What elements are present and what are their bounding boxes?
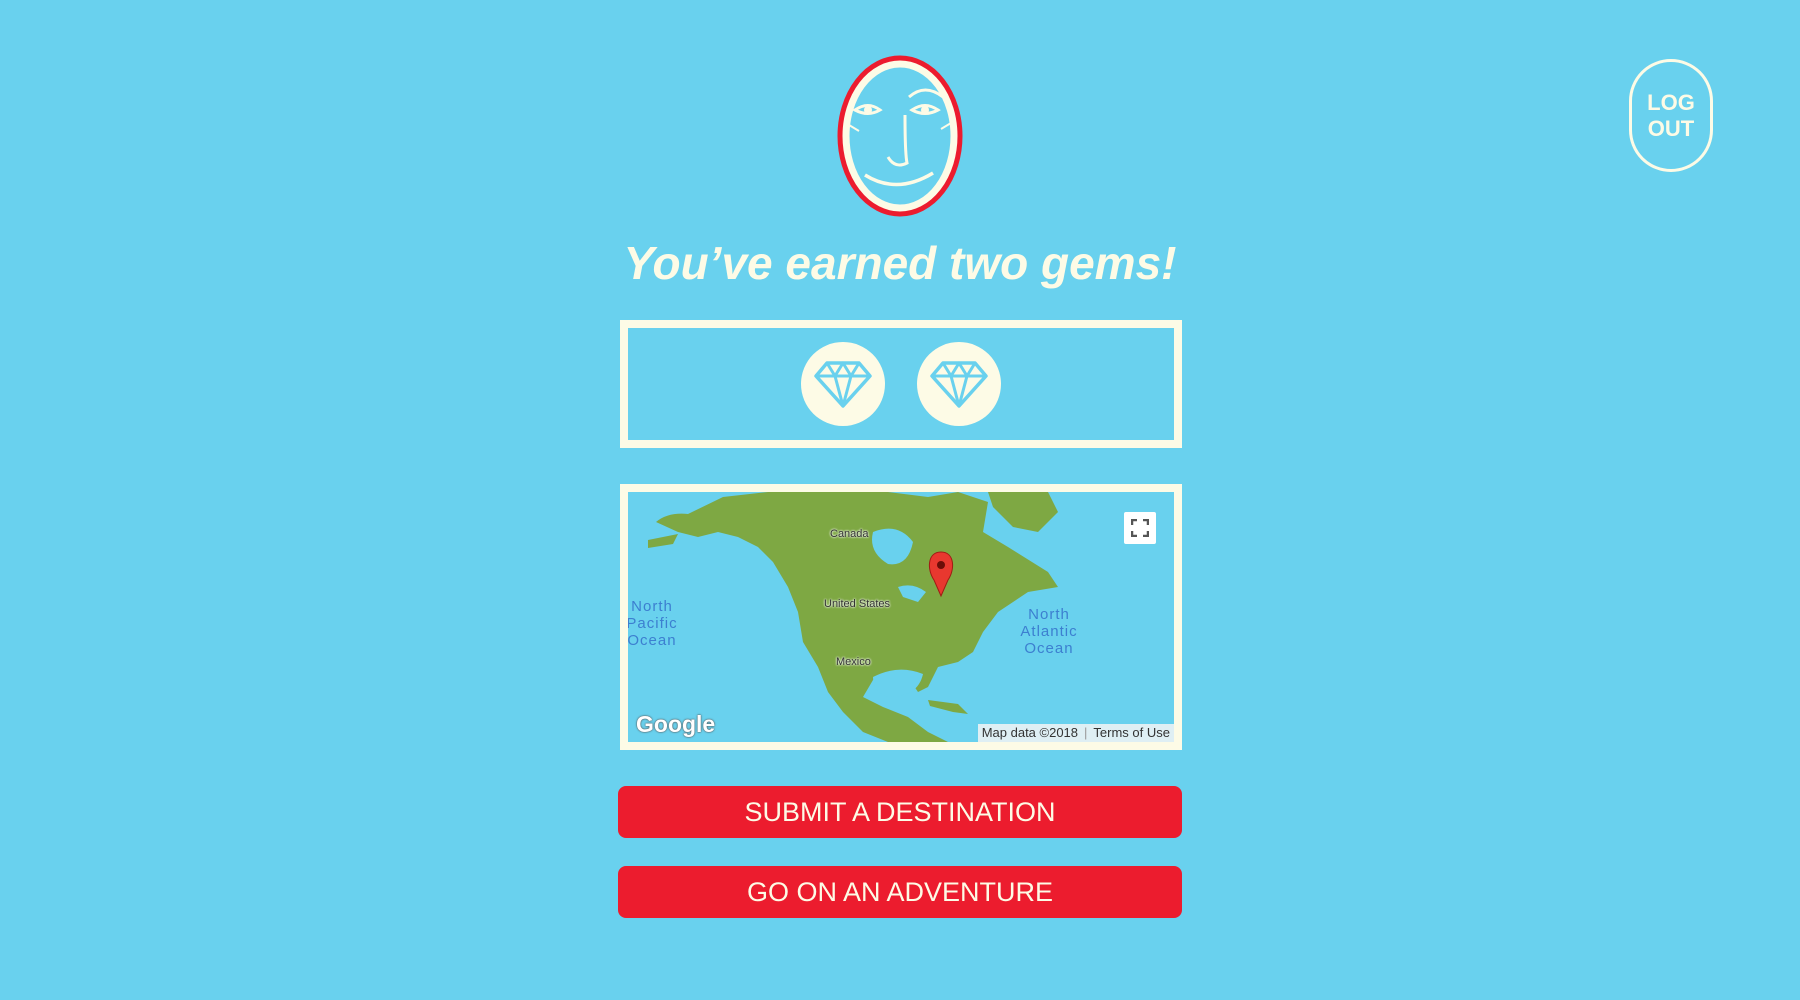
map-canvas[interactable] [628, 492, 1174, 742]
map-attribution: Map data ©2018 | Terms of Use [977, 724, 1174, 742]
map-label-north-pacific: North Pacific Ocean [626, 598, 678, 649]
map-label-north-atlantic: North Atlantic Ocean [1020, 606, 1078, 657]
terms-of-use-link[interactable]: Terms of Use [1093, 725, 1170, 741]
map-label-united-states: United States [824, 598, 891, 610]
google-logo: Google [636, 711, 716, 737]
diamond-icon [930, 361, 988, 408]
attribution-separator: | [1084, 725, 1088, 740]
page: LOG OUT You’ve earned two gems! Canada U… [0, 0, 1800, 1000]
gem-badge [917, 342, 1001, 426]
map-label-mexico: Mexico [836, 656, 871, 668]
face-logo-icon [837, 55, 963, 217]
map-data-text: Map data ©2018 [981, 725, 1079, 740]
submit-destination-button[interactable]: SUBMIT A DESTINATION [618, 786, 1182, 838]
fullscreen-button[interactable] [1124, 512, 1156, 544]
logout-button[interactable]: LOG OUT [1629, 59, 1713, 172]
logout-label-line1: LOG [1647, 89, 1695, 115]
page-title: You’ve earned two gems! [623, 237, 1177, 289]
gem-badge [801, 342, 885, 426]
go-on-adventure-button[interactable]: GO ON AN ADVENTURE [618, 866, 1182, 918]
logout-label-line2: OUT [1647, 115, 1695, 141]
fullscreen-icon [1131, 519, 1149, 537]
gems-panel [620, 320, 1182, 448]
map-label-canada: Canada [830, 528, 869, 540]
map-widget[interactable]: Canada United States Mexico North Pacifi… [620, 484, 1182, 750]
diamond-icon [814, 361, 872, 408]
